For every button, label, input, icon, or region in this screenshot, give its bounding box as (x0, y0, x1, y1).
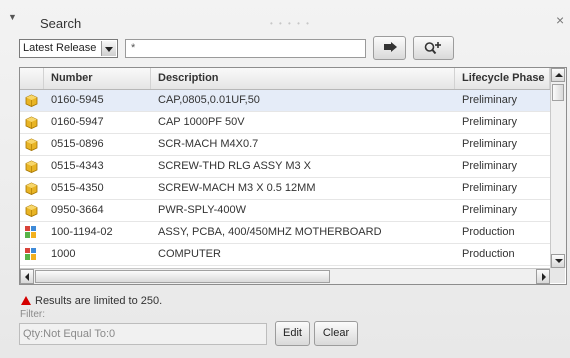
grid-header: Number Description Lifecycle Phase (20, 68, 550, 90)
search-input-value: * (131, 42, 136, 54)
search-panel: ▼ Search • • • • • × Latest Release * Nu… (0, 0, 570, 358)
magnifier-plus-icon (424, 42, 441, 55)
search-scope-value: Latest Release (23, 42, 97, 54)
part-number: 1000 (51, 248, 76, 260)
part-description: SCREW-THD RLG ASSY M3 X (158, 160, 312, 172)
results-grid: Number Description Lifecycle Phase 0160-… (19, 67, 567, 285)
horizontal-scroll-thumb[interactable] (35, 270, 330, 283)
header-number[interactable]: Number (44, 68, 151, 89)
table-row[interactable]: 1000 COMPUTER Production (20, 244, 550, 266)
assembly-icon (20, 222, 44, 243)
collapse-arrow-icon[interactable]: ▼ (8, 12, 17, 22)
scroll-left-icon[interactable] (20, 269, 34, 284)
table-row[interactable]: 0160-5947 CAP 1000PF 50V Preliminary (20, 112, 550, 134)
edit-filter-button[interactable]: Edit (275, 321, 310, 346)
filter-field: Qty:Not Equal To:0 (19, 323, 267, 345)
lifecycle-phase: Preliminary (462, 182, 518, 194)
lifecycle-phase: Preliminary (462, 160, 518, 172)
vertical-scroll-thumb[interactable] (552, 84, 564, 101)
part-cube-icon (20, 200, 44, 221)
part-cube-icon (20, 90, 44, 111)
part-number: 100-1194-02 (51, 226, 113, 238)
part-cube-icon (20, 178, 44, 199)
table-row[interactable]: 0515-4350 SCREW-MACH M3 X 0.5 12MM Prelimi… (20, 178, 550, 200)
lifecycle-phase: Preliminary (462, 204, 518, 216)
part-description: PWR-SPLY-400W (158, 204, 247, 216)
part-description: SCREW-MACH M3 X 0.5 12MM (158, 182, 316, 194)
table-row[interactable]: 0515-4343 SCREW-THD RLG ASSY M3 X Prelimin… (20, 156, 550, 178)
lifecycle-phase: Preliminary (462, 138, 518, 150)
part-cube-icon (20, 156, 44, 177)
part-number: 0950-3664 (51, 204, 104, 216)
part-description: COMPUTER (158, 248, 221, 260)
table-row[interactable]: 100-1194-02 ASSY, PCBA, 400/450MHZ MOTHER… (20, 222, 550, 244)
lifecycle-phase: Production (462, 226, 515, 238)
part-number: 0515-0896 (51, 138, 104, 150)
assembly-icon (20, 244, 44, 265)
lifecycle-phase: Production (462, 248, 515, 260)
part-number: 0515-4343 (51, 160, 104, 172)
lifecycle-phase: Preliminary (462, 94, 518, 106)
filter-value: Qty:Not Equal To:0 (23, 328, 116, 340)
clear-filter-button[interactable]: Clear (314, 321, 358, 346)
part-description: ASSY, PCBA, 400/450MHZ MOTHERBOARD (158, 226, 382, 238)
part-cube-icon (20, 134, 44, 155)
close-icon[interactable]: × (556, 12, 564, 28)
table-row[interactable]: 0160-5945 CAP,0805,0.01UF,50 Preliminary (20, 90, 550, 112)
vertical-scrollbar[interactable] (550, 68, 566, 268)
horizontal-scrollbar[interactable] (20, 268, 550, 284)
part-cube-icon (20, 112, 44, 133)
scroll-up-icon[interactable] (551, 68, 565, 82)
lifecycle-phase: Preliminary (462, 116, 518, 128)
filter-label: Filter: (20, 309, 45, 320)
part-description: SCR-MACH M4X0.7 (158, 138, 259, 150)
scroll-down-icon[interactable] (551, 254, 565, 268)
scroll-corner (550, 268, 565, 283)
panel-title: Search (40, 16, 82, 31)
header-description[interactable]: Description (151, 68, 455, 89)
header-lifecycle-phase[interactable]: Lifecycle Phase (455, 68, 550, 89)
results-limit-warning: Results are limited to 250. (21, 295, 162, 307)
part-number: 0160-5947 (51, 116, 104, 128)
advanced-search-button[interactable] (413, 36, 454, 60)
header-icon-column[interactable] (20, 68, 44, 89)
chevron-down-icon[interactable] (101, 41, 116, 56)
grid-rows: 0160-5945 CAP,0805,0.01UF,50 Preliminary 01… (20, 90, 550, 266)
warning-icon (21, 296, 31, 305)
part-description: CAP,0805,0.01UF,50 (158, 94, 260, 106)
drag-grip-icon[interactable]: • • • • • (270, 19, 311, 28)
table-row[interactable]: 0950-3664 PWR-SPLY-400W Preliminary (20, 200, 550, 222)
part-number: 0160-5945 (51, 94, 104, 106)
part-number: 0515-4350 (51, 182, 104, 194)
search-input[interactable]: * (125, 39, 366, 58)
run-search-button[interactable] (373, 36, 406, 60)
scroll-right-icon[interactable] (536, 269, 550, 284)
search-scope-select[interactable]: Latest Release (19, 39, 118, 58)
part-description: CAP 1000PF 50V (158, 116, 245, 128)
table-row[interactable]: 0515-0896 SCR-MACH M4X0.7 Preliminary (20, 134, 550, 156)
warning-text: Results are limited to 250. (35, 295, 163, 307)
